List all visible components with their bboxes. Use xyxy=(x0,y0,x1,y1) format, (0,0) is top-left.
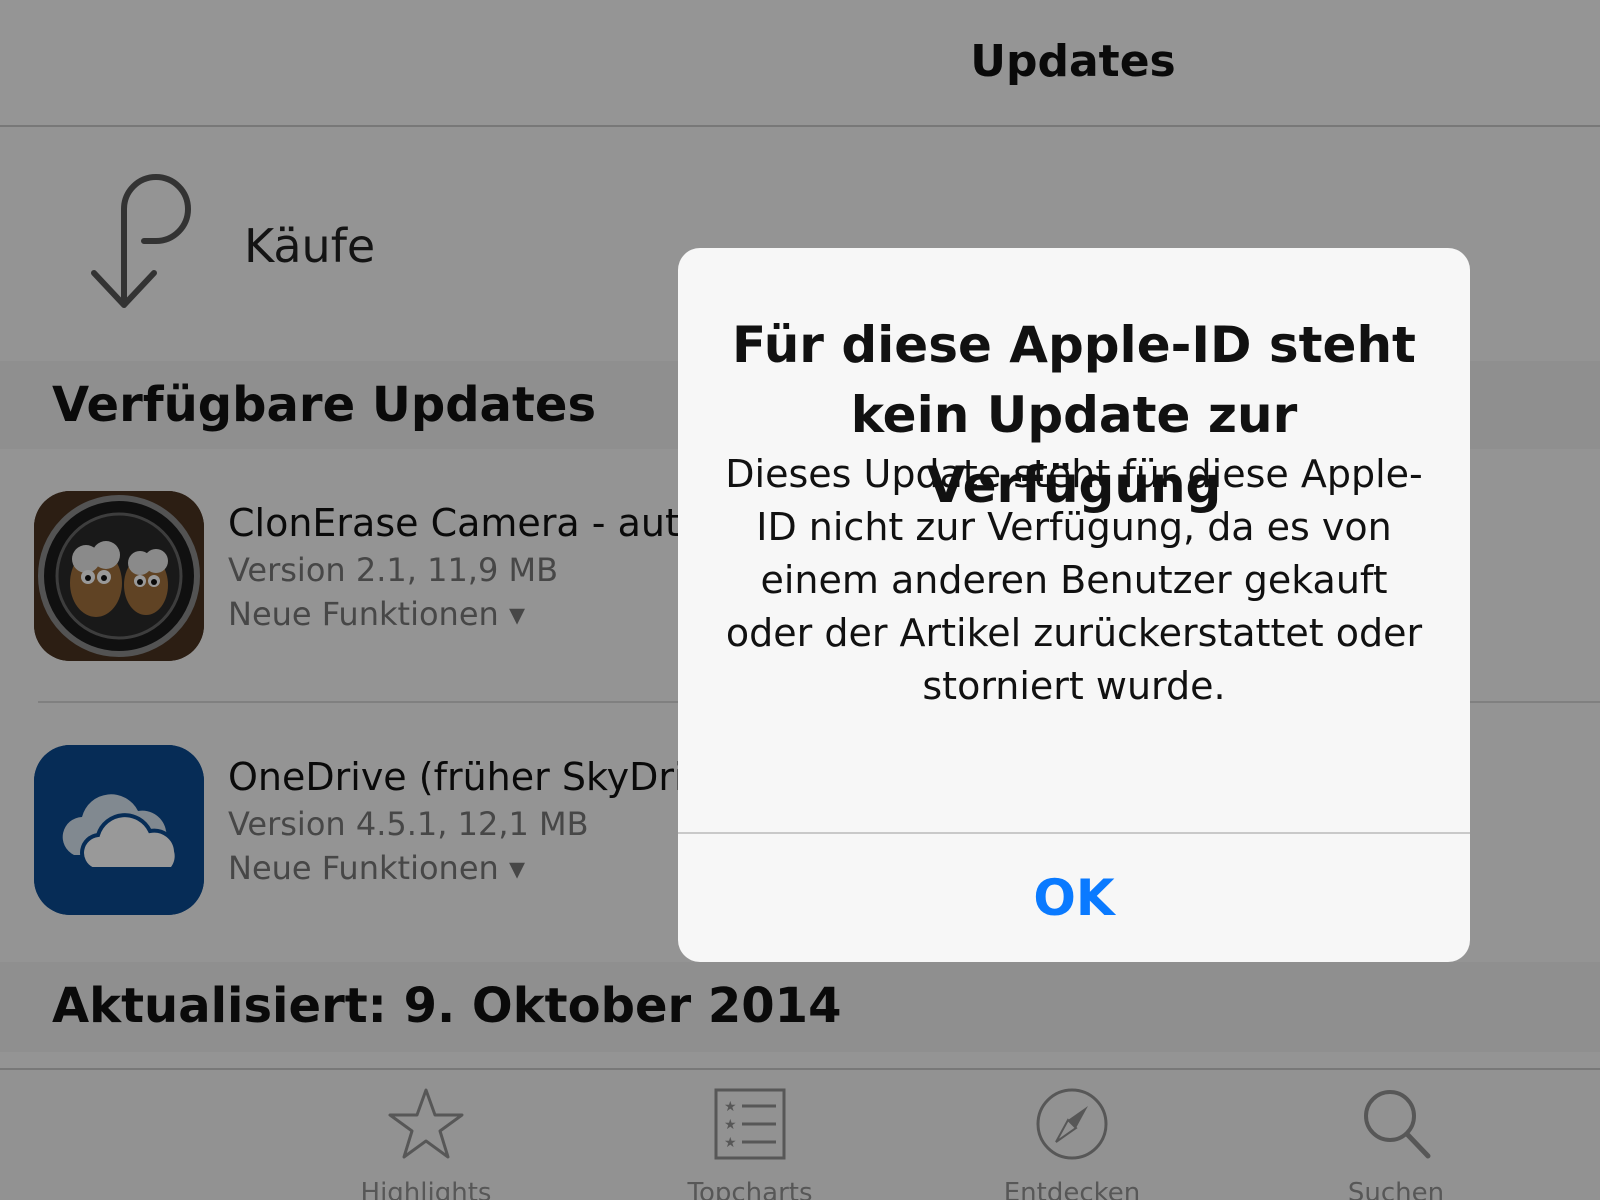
alert-dialog: Für diese Apple-ID steht kein Update zur… xyxy=(678,248,1470,962)
alert-message: Dieses Update steht für diese Apple-ID n… xyxy=(725,452,1423,708)
ok-button[interactable]: OK xyxy=(678,834,1470,962)
